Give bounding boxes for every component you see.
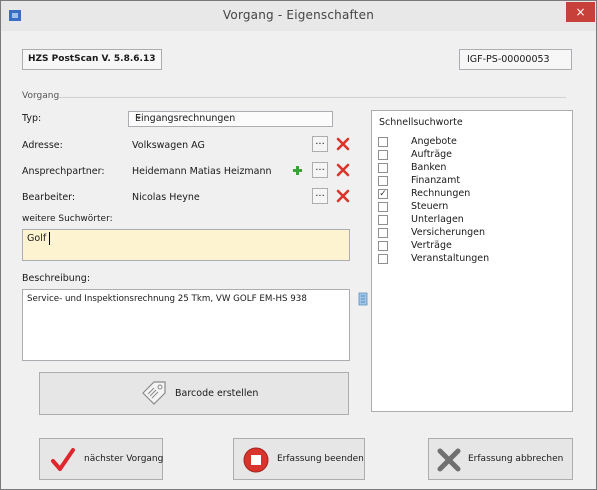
note-icon[interactable] [357,292,369,306]
checkbox-label: Aufträge [411,149,453,160]
add-contact-icon[interactable] [292,165,303,176]
checkbox-label: Rechnungen [411,188,471,199]
document-id-field: IGF-PS-00000053 [459,49,572,70]
group-title: Vorgang [22,91,60,101]
adresse-browse-button[interactable]: ... [312,136,328,152]
beschreibung-textarea[interactable]: Service- und Inspektionsrechnung 25 Tkm,… [22,289,350,361]
checkbox[interactable] [378,176,388,186]
cancel-button[interactable]: Erfassung abbrechen [428,438,573,480]
text-cursor [49,232,50,245]
finish-button[interactable]: Erfassung beenden [233,438,365,480]
ansprechpartner-delete-icon[interactable] [336,163,350,177]
checkbox[interactable] [378,241,388,251]
checkbox[interactable] [378,215,388,225]
checkbox[interactable] [378,228,388,238]
group-divider [59,97,566,98]
checkbox-label: Banken [411,162,447,173]
bearbeiter-browse-button[interactable]: ... [312,188,328,204]
bearbeiter-value: Nicolas Heyne [132,192,200,203]
checkbox[interactable] [378,254,388,264]
cancel-button-label: Erfassung abbrechen [468,454,564,464]
checkbox[interactable] [378,137,388,147]
checkbox[interactable] [378,163,388,173]
adresse-label: Adresse: [22,140,63,151]
version-field: HZS PostScan V. 5.8.6.13 [22,49,162,70]
cancel-x-icon [437,448,461,472]
barcode-button[interactable]: Barcode erstellen [39,372,349,415]
checkbox-label: Steuern [411,201,449,212]
checkbox[interactable] [378,150,388,160]
stop-icon [243,447,269,473]
schnellsuchworte-list: Schnellsuchworte Angebote Aufträge Banken F… [371,110,573,412]
checkbox-label: Angebote [411,136,457,147]
suchwoerter-input[interactable]: Golf [22,229,350,261]
next-button[interactable]: nächster Vorgang [39,438,163,480]
barcode-button-label: Barcode erstellen [175,388,259,399]
close-button[interactable]: × [566,2,595,22]
adresse-delete-icon[interactable] [336,137,350,151]
ansprechpartner-browse-button[interactable]: ... [312,162,328,178]
beschreibung-label: Beschreibung: [22,273,91,284]
barcode-tag-icon [142,381,166,405]
bearbeiter-label: Bearbeiter: [22,192,76,203]
checkmark-icon [51,448,75,471]
title-bar: Vorgang - Eigenschaften × [1,1,596,31]
typ-label: Typ: [22,113,42,124]
typ-select[interactable]: Eingangsrechnungen ⌄ [128,111,333,127]
chevron-down-icon: ⌄ [135,112,143,122]
checkbox-label: Finanzamt [411,175,461,186]
schnellsuchworte-title: Schnellsuchworte [379,117,463,128]
window-title: Vorgang - Eigenschaften [222,8,375,22]
checkbox[interactable] [378,202,388,212]
adresse-value: Volkswagen AG [132,140,205,151]
checkbox-label: Veranstaltungen [411,253,490,264]
finish-button-label: Erfassung beenden [277,454,364,464]
checkbox[interactable]: ✓ [378,189,388,199]
checkbox-label: Verträge [411,240,452,251]
suchwoerter-label: weitere Suchwörter: [22,214,113,224]
bearbeiter-delete-icon[interactable] [336,189,350,203]
checkbox-label: Unterlagen [411,214,464,225]
ansprechpartner-value: Heidemann Matias Heizmann [132,166,272,177]
next-button-label: nächster Vorgang [84,454,164,464]
dialog-window: Vorgang - Eigenschaften × HZS PostScan V… [0,0,597,490]
checkbox-label: Versicherungen [411,227,486,238]
ansprechpartner-label: Ansprechpartner: [22,166,105,177]
